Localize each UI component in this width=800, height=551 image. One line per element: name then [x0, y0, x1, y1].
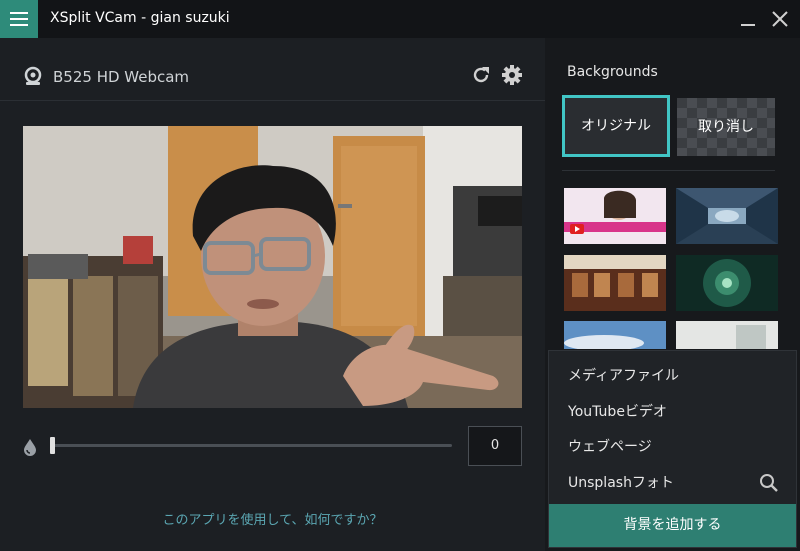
original-button[interactable]: オリジナル	[562, 95, 670, 157]
blur-value-field[interactable]: 0	[468, 426, 522, 466]
title-bar: XSplit VCam - gian suzuki	[0, 0, 800, 38]
backgrounds-divider	[562, 170, 775, 171]
blur-slider-handle[interactable]	[50, 437, 55, 454]
background-thumbnail-corridor[interactable]	[676, 188, 778, 244]
camera-name[interactable]: B525 HD Webcam	[53, 68, 189, 86]
add-background-menu: メディアファイル YouTubeビデオ ウェブページ Unsplashフォト 背…	[548, 350, 797, 548]
minimize-icon[interactable]	[741, 24, 755, 26]
background-thumbnail-sky[interactable]	[564, 321, 666, 349]
app-title: XSplit VCam - gian suzuki	[50, 10, 230, 26]
webcam-icon	[24, 66, 42, 85]
header-divider	[0, 100, 545, 101]
add-background-button[interactable]: 背景を追加する	[549, 504, 796, 547]
camera-panel: B525 HD Webcam 0 このアプリを使用して、如何ですか？	[0, 38, 545, 551]
cancel-background-button[interactable]: 取り消し	[677, 98, 775, 156]
feedback-link[interactable]: このアプリを使用して、如何ですか？	[0, 509, 545, 528]
menu-item-media-file[interactable]: メディアファイル	[568, 365, 679, 385]
refresh-icon[interactable]	[471, 65, 491, 85]
background-thumbnail-library[interactable]	[564, 255, 666, 311]
hamburger-menu-icon[interactable]	[0, 0, 38, 38]
background-thumbnail-youtube[interactable]	[564, 188, 666, 244]
camera-preview	[23, 126, 522, 408]
background-thumbnail-room[interactable]	[676, 321, 778, 349]
menu-item-web-page[interactable]: ウェブページ	[568, 436, 652, 456]
menu-item-youtube-video[interactable]: YouTubeビデオ	[568, 401, 667, 421]
background-thumbnail-spaceship[interactable]	[676, 255, 778, 311]
close-icon[interactable]	[771, 10, 789, 28]
blur-slider-track[interactable]	[50, 444, 452, 447]
gear-icon[interactable]	[501, 64, 523, 86]
droplet-icon	[24, 439, 36, 456]
search-icon[interactable]	[759, 473, 779, 493]
backgrounds-title: Backgrounds	[567, 64, 658, 80]
menu-item-unsplash-photo[interactable]: Unsplashフォト	[568, 472, 674, 492]
